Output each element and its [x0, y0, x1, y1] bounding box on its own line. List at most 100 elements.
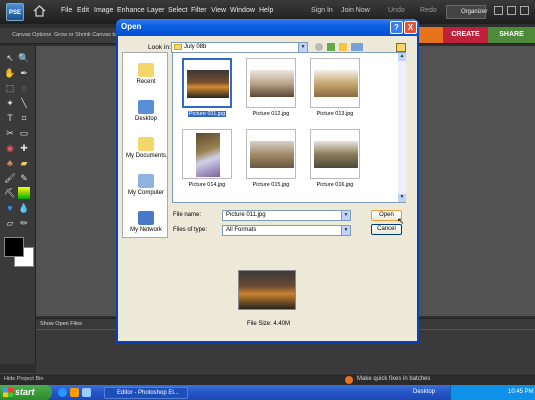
cookie-cutter-icon[interactable]: ✂: [4, 127, 16, 139]
pencil-tool-icon[interactable]: ✏: [18, 217, 30, 229]
place-desktop[interactable]: Desktop: [123, 100, 169, 122]
menu-select[interactable]: Select: [168, 7, 187, 14]
file-item[interactable]: Picture 011.jpg: [176, 58, 238, 117]
type-tool-icon[interactable]: T: [4, 112, 16, 124]
file-list-scrollbar[interactable]: ▲ ▼: [398, 53, 406, 202]
canvas-options-label: Canvas Options: [12, 32, 52, 38]
eraser-icon[interactable]: ▰: [18, 157, 30, 169]
ie-icon[interactable]: [58, 388, 67, 397]
firefox-icon[interactable]: [70, 388, 79, 397]
windows-logo-icon: [3, 388, 13, 397]
cancel-button[interactable]: Cancel: [371, 224, 402, 235]
menu-edit[interactable]: Edit: [77, 7, 89, 14]
menu-image[interactable]: Image: [94, 7, 113, 14]
lasso-tool-icon[interactable]: ◌: [18, 82, 30, 94]
eyedropper-icon[interactable]: ✒: [18, 67, 30, 79]
sign-in-link[interactable]: Sign In: [311, 7, 333, 14]
chevron-down-icon: ▼: [341, 211, 350, 220]
move-tool-icon[interactable]: ↖: [4, 52, 16, 64]
place-recent[interactable]: Recent: [123, 63, 169, 85]
scroll-down-icon[interactable]: ▼: [398, 194, 406, 202]
back-icon[interactable]: [315, 43, 323, 51]
shape-tool-icon[interactable]: ♥: [4, 202, 16, 214]
zoom-tool-icon[interactable]: 🔍: [18, 52, 30, 64]
file-name: Picture 012.jpg: [252, 111, 290, 117]
close-icon[interactable]: X: [404, 21, 417, 34]
chevron-down-icon: ▼: [298, 43, 307, 52]
smart-brush-icon[interactable]: ✎: [18, 172, 30, 184]
menu-help[interactable]: Help: [259, 7, 273, 14]
magic-wand-icon[interactable]: ✦: [4, 97, 16, 109]
file-item[interactable]: Picture 012.jpg: [240, 58, 302, 117]
thumbnail: [246, 129, 296, 179]
options-hint: Grow or Shrink Canvas to: [54, 32, 117, 38]
tab-share[interactable]: SHARE: [488, 27, 535, 43]
clone-stamp-icon[interactable]: ♣: [4, 157, 16, 169]
folder-browse-icon[interactable]: [396, 43, 406, 52]
sponge-tool-icon[interactable]: ▱: [4, 217, 16, 229]
join-now-link[interactable]: Join Now: [341, 7, 370, 14]
file-type-select[interactable]: All Formats ▼: [222, 225, 351, 236]
toolbox: ↖ 🔍 ✋ ✒ ⬚ ◌ ✦ ╲ T ⌗ ✂ ▭ ◉ ✚ ♣ ▰ 🖌 ✎ ⛏ ♥ …: [0, 46, 36, 364]
taskbar-item-editor[interactable]: Editor - Photoshop El...: [104, 387, 188, 399]
tip-text: Make quick fixes in batches: [357, 376, 431, 382]
chevron-down-icon: ▼: [341, 226, 350, 235]
thumbnail: [182, 58, 232, 108]
thumbnail: [310, 58, 360, 108]
scroll-up-icon[interactable]: ▲: [398, 53, 406, 61]
show-open-files-label[interactable]: Show Open Files: [40, 321, 82, 327]
view-menu-icon[interactable]: [351, 43, 363, 51]
thumbnail: [310, 129, 360, 179]
organizer-button[interactable]: Organizer: [446, 5, 487, 19]
paint-bucket-icon[interactable]: ⛏: [4, 187, 16, 199]
quicklaunch-icon[interactable]: [82, 388, 91, 397]
undo-button[interactable]: Undo: [388, 7, 405, 14]
file-name-label: File name:: [173, 212, 202, 218]
desktop-toolbar-label[interactable]: Desktop: [413, 389, 435, 395]
orange-tab[interactable]: [419, 27, 443, 43]
file-name-input[interactable]: Picture 011.jpg ▼: [222, 210, 351, 221]
file-name: Picture 013.jpg: [316, 111, 354, 117]
hide-project-bin[interactable]: Hide Project Bin: [4, 376, 43, 382]
close-app-icon[interactable]: [520, 6, 529, 15]
file-item[interactable]: Picture 013.jpg: [304, 58, 366, 117]
selection-brush-icon[interactable]: ╲: [18, 97, 30, 109]
look-in-value: July 08b: [184, 44, 207, 50]
file-item[interactable]: Picture 016.jpg: [304, 129, 366, 188]
help-icon[interactable]: ?: [390, 21, 403, 34]
place-my-documents[interactable]: My Documents: [123, 137, 169, 159]
new-folder-icon[interactable]: [339, 43, 347, 51]
hand-tool-icon[interactable]: ✋: [4, 67, 16, 79]
menu-layer[interactable]: Layer: [147, 7, 165, 14]
marquee-tool-icon[interactable]: ⬚: [4, 82, 16, 94]
place-my-computer[interactable]: My Computer: [123, 174, 169, 196]
file-name: Picture 011.jpg: [187, 111, 227, 117]
places-bar: Recent Desktop My Documents My Computer …: [122, 52, 168, 238]
red-eye-icon[interactable]: ◉: [4, 142, 16, 154]
restore-icon[interactable]: [507, 6, 516, 15]
blur-tool-icon[interactable]: 💧: [18, 202, 30, 214]
place-my-network[interactable]: My Network: [123, 211, 169, 233]
menu-view[interactable]: View: [211, 7, 226, 14]
brush-tool-icon[interactable]: 🖌: [4, 172, 16, 184]
straighten-icon[interactable]: ▭: [18, 127, 30, 139]
menu-window[interactable]: Window: [230, 7, 255, 14]
dialog-titlebar: Open: [116, 19, 419, 36]
healing-brush-icon[interactable]: ✚: [18, 142, 30, 154]
status-bar: Hide Project Bin Make quick fixes in bat…: [0, 373, 535, 385]
up-folder-icon[interactable]: [327, 43, 335, 51]
file-list: Picture 011.jpg Picture 012.jpg Picture …: [172, 52, 406, 203]
file-item[interactable]: Picture 014.jpg: [176, 129, 238, 188]
home-icon[interactable]: [33, 5, 46, 17]
file-item[interactable]: Picture 015.jpg: [240, 129, 302, 188]
crop-tool-icon[interactable]: ⌗: [18, 112, 30, 124]
menu-file[interactable]: File: [61, 7, 72, 14]
file-name: Picture 015.jpg: [252, 182, 290, 188]
foreground-color-overlay: [4, 237, 24, 257]
minimize-icon[interactable]: [494, 6, 503, 15]
redo-button[interactable]: Redo: [420, 7, 437, 14]
menu-enhance[interactable]: Enhance: [117, 7, 145, 14]
tab-create[interactable]: CREATE: [443, 27, 488, 43]
menu-filter[interactable]: Filter: [191, 7, 207, 14]
gradient-tool-icon[interactable]: [18, 187, 30, 199]
